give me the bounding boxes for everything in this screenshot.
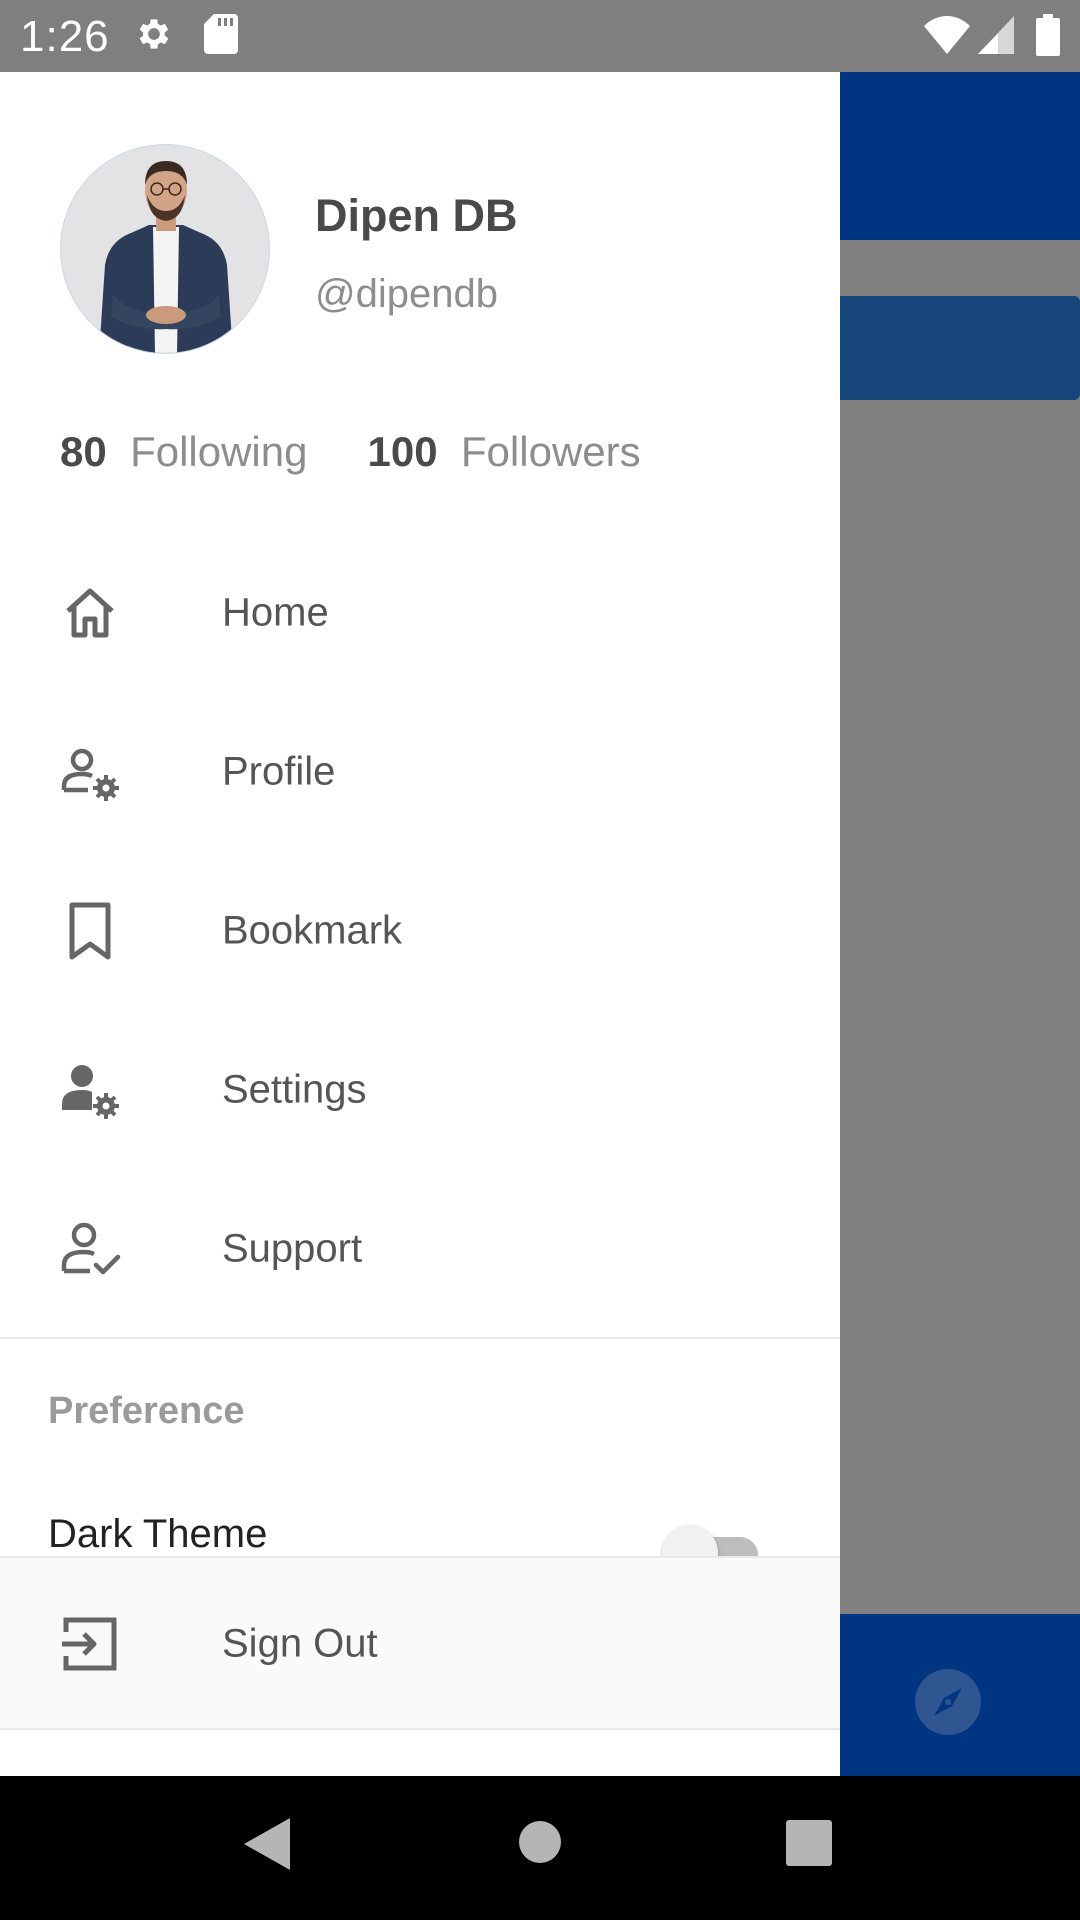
following-count: 80 <box>60 428 107 475</box>
menu-item-profile[interactable]: Profile <box>0 692 840 851</box>
settings-icon <box>134 14 174 59</box>
following-label: Following <box>130 428 308 475</box>
sign-out-label: Sign Out <box>222 1621 378 1666</box>
user-handle: @dipendb <box>315 272 498 316</box>
followers-count: 100 <box>367 428 438 475</box>
menu-label-support: Support <box>222 1226 363 1270</box>
menu-item-bookmark[interactable]: Bookmark <box>0 851 840 1010</box>
status-bar: 1:26 <box>0 0 1080 72</box>
background-app-card <box>840 296 1080 400</box>
menu-item-settings[interactable]: Settings <box>0 1010 840 1169</box>
compass-icon <box>914 1668 982 1736</box>
user-cog-icon <box>58 1058 122 1122</box>
following-stat[interactable]: 80 Following <box>60 428 307 475</box>
user-settings-outline-icon <box>58 740 122 804</box>
follow-stats: 80 Following 100 Followers <box>60 428 641 476</box>
sign-out-bottom-divider <box>0 1728 840 1730</box>
wifi-icon <box>924 16 970 59</box>
user-check-icon <box>58 1217 122 1281</box>
menu-divider <box>0 1337 840 1339</box>
home-button[interactable] <box>518 1820 562 1869</box>
sign-out-section: Sign Out <box>0 1556 840 1730</box>
menu-label-settings: Settings <box>222 1067 367 1111</box>
menu-item-home[interactable]: Home <box>0 533 840 692</box>
user-name: Dipen DB <box>315 190 518 241</box>
menu-item-support[interactable]: Support <box>0 1169 840 1328</box>
sign-out-icon <box>58 1612 122 1676</box>
background-app-header <box>840 72 1080 240</box>
followers-label: Followers <box>460 428 641 475</box>
system-navigation-bar <box>0 1776 1080 1920</box>
followers-stat[interactable]: 100 Followers <box>367 428 640 475</box>
preference-section-title: Preference <box>48 1390 245 1432</box>
navigation-drawer: Dipen DB @dipendb 80 Following 100 Follow… <box>0 72 840 1776</box>
home-icon <box>58 581 122 645</box>
sign-out-button[interactable]: Sign Out <box>0 1564 840 1724</box>
bookmark-icon <box>58 899 122 963</box>
status-time: 1:26 <box>20 12 110 61</box>
menu-label-home: Home <box>222 590 329 634</box>
avatar[interactable] <box>60 144 270 354</box>
sd-card-icon <box>204 14 238 59</box>
battery-icon <box>1036 14 1060 61</box>
menu-label-bookmark: Bookmark <box>222 908 403 952</box>
recents-button[interactable] <box>786 1820 832 1871</box>
back-button[interactable] <box>244 1818 290 1875</box>
menu-label-profile: Profile <box>222 749 336 793</box>
sign-out-top-divider <box>0 1556 840 1558</box>
dark-theme-label: Dark Theme <box>48 1512 268 1556</box>
signal-icon <box>978 16 1014 59</box>
